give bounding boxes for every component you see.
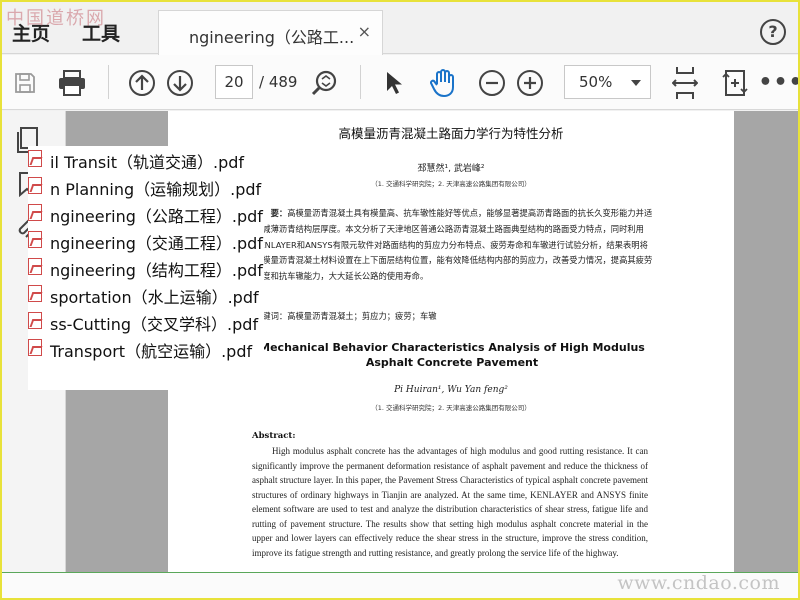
file-name: n Planning（运输规划）.pdf (50, 180, 262, 199)
page-total: / 489 (259, 73, 298, 91)
zoom-out-icon[interactable] (476, 55, 508, 110)
pdf-file-icon (28, 231, 42, 248)
zoom-value: 50% (579, 73, 613, 91)
list-item[interactable]: Transport（航空运输）.pdf (28, 335, 264, 361)
file-list-overlay: il Transit（轨道交通）.pdf n Planning（运输规划）.pd… (28, 146, 264, 390)
toolbar-divider (108, 65, 109, 99)
zoom-search-icon[interactable] (308, 55, 340, 110)
zoom-select[interactable]: 50% (564, 65, 651, 99)
abstract-cn-text: 高模量沥青混凝土具有模量高、抗车辙性能好等优点，能够显著提高沥青路面的抗长久变形… (254, 208, 653, 282)
file-name: ngineering（公路工程）.pdf (50, 207, 263, 226)
abstract-en-label: Abstract: (252, 431, 296, 441)
list-item[interactable]: n Planning（运输规划）.pdf (28, 173, 264, 199)
document-tab-label: ngineering（公路工... (189, 28, 355, 47)
paper-title-en: Mechanical Behavior Characteristics Anal… (259, 341, 645, 369)
hand-tool-icon[interactable] (426, 55, 460, 110)
abstract-en: High modulus asphalt concrete has the ad… (252, 446, 648, 558)
help-icon[interactable]: ? (760, 19, 786, 45)
select-pointer-icon[interactable] (380, 55, 408, 110)
list-item[interactable]: ngineering（公路工程）.pdf (28, 200, 264, 226)
list-item[interactable]: sportation（水上运输）.pdf (28, 281, 264, 307)
prev-page-icon[interactable] (126, 55, 158, 110)
pdf-file-icon (28, 285, 42, 302)
app-window: 中国道桥网 主页 工具 ngineering（公路工... × ? 20 / 4… (0, 0, 800, 600)
next-page-icon[interactable] (164, 55, 196, 110)
list-item[interactable]: ss-Cutting（交叉学科）.pdf (28, 308, 264, 334)
paper-affiliation-en: （1. 交通科学研究院；2. 天津高速公路集团有限公司） (371, 404, 531, 412)
rotate-icon[interactable] (718, 55, 752, 110)
right-gutter (734, 111, 798, 572)
list-item[interactable]: il Transit（轨道交通）.pdf (28, 146, 264, 172)
watermark-bottom-right: www.cndao.com (617, 572, 780, 594)
tab-bar: 主页 工具 ngineering（公路工... × ? (2, 2, 798, 55)
list-item[interactable]: ngineering（交通工程）.pdf (28, 227, 264, 253)
file-name: ngineering（结构工程）.pdf (50, 261, 263, 280)
pdf-file-icon (28, 204, 42, 221)
pdf-file-icon (28, 312, 42, 329)
more-icon-glyph: ••• (758, 70, 800, 95)
close-tab-button[interactable]: × (358, 22, 371, 41)
file-name: sportation（水上运输）.pdf (50, 288, 259, 307)
file-name: Transport（航空运输）.pdf (50, 342, 253, 361)
chevron-down-icon (631, 80, 641, 86)
file-name: ngineering（交通工程）.pdf (50, 234, 263, 253)
pdf-file-icon (28, 177, 42, 194)
paper-title-cn: 高模量沥青混凝土路面力学行为特性分析 (338, 126, 564, 141)
pdf-file-icon (28, 150, 42, 167)
pdf-file-icon (28, 258, 42, 275)
print-icon[interactable] (54, 55, 90, 110)
abstract-cn: 摘 要：高模量沥青混凝土具有模量高、抗车辙性能好等优点，能够显著提高沥青路面的抗… (254, 206, 654, 285)
file-name: il Transit（轨道交通）.pdf (50, 153, 245, 172)
keywords-cn: 关键词：高模量沥青混凝土；剪应力；疲劳；车辙 (254, 311, 437, 321)
watermark-top-left: 中国道桥网 (6, 8, 106, 29)
more-icon[interactable]: ••• (758, 55, 798, 110)
fit-page-icon[interactable] (668, 55, 702, 110)
list-item[interactable]: ngineering（结构工程）.pdf (28, 254, 264, 280)
pdf-file-icon (28, 339, 42, 356)
save-icon[interactable] (10, 55, 40, 110)
toolbar-divider (360, 65, 361, 99)
page-number-input[interactable]: 20 (215, 65, 253, 99)
zoom-in-icon[interactable] (514, 55, 546, 110)
document-tab[interactable]: ngineering（公路工... × (158, 10, 383, 55)
file-name: ss-Cutting（交叉学科）.pdf (50, 315, 259, 334)
toolbar: 20 / 489 50% ••• (2, 55, 798, 110)
